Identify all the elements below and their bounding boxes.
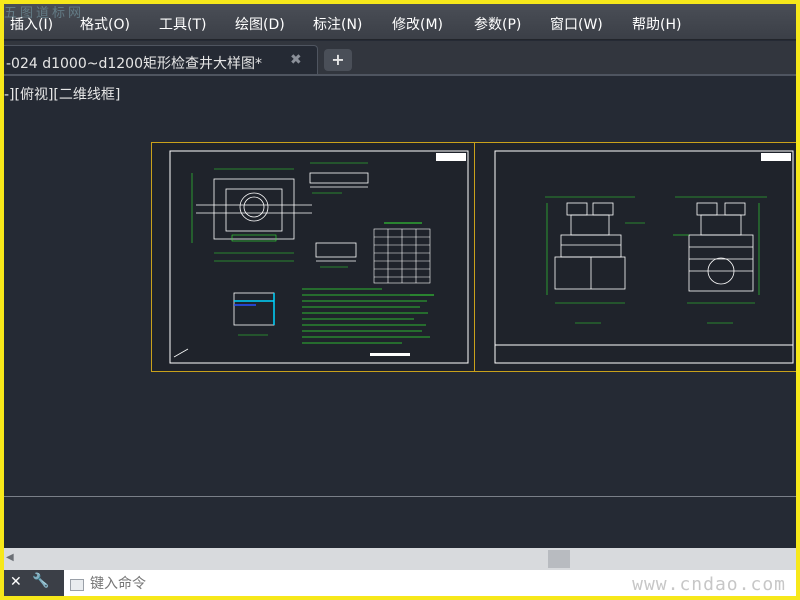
wrench-icon[interactable]: 🔧	[32, 573, 49, 589]
cad-drawing-plan	[169, 150, 469, 364]
close-icon[interactable]: ✕	[10, 574, 22, 590]
scrollbar-thumb[interactable]	[548, 550, 570, 568]
drawing-canvas[interactable]	[4, 76, 796, 500]
layout-sheet-plan	[151, 142, 475, 372]
horizontal-scrollbar[interactable]: ◀	[4, 548, 796, 570]
scroll-left-icon[interactable]: ◀	[6, 552, 14, 563]
cad-drawing-section	[494, 150, 794, 364]
menu-tools[interactable]: 工具(T)	[159, 14, 206, 34]
layout-sheet-section	[474, 142, 796, 372]
menu-help[interactable]: 帮助(H)	[632, 14, 681, 34]
new-tab-button[interactable]: +	[324, 49, 352, 71]
command-area-divider	[4, 496, 796, 497]
menu-parameter[interactable]: 参数(P)	[474, 14, 521, 34]
document-tab-title: -024 d1000~d1200矩形检查井大样图*	[6, 56, 262, 72]
menu-modify[interactable]: 修改(M)	[392, 14, 443, 34]
menu-dimension[interactable]: 标注(N)	[313, 14, 362, 34]
document-tab-bar: -024 d1000~d1200矩形检查井大样图* ✖ +	[4, 41, 796, 75]
document-tab[interactable]: -024 d1000~d1200矩形检查井大样图* ✖	[4, 45, 318, 75]
menu-format[interactable]: 格式(O)	[80, 14, 130, 34]
command-line-controls: ✕ 🔧	[4, 570, 64, 596]
menu-draw[interactable]: 绘图(D)	[235, 14, 285, 34]
menu-insert[interactable]: 插入(I)	[10, 14, 53, 34]
menu-window[interactable]: 窗口(W)	[550, 14, 603, 34]
close-icon[interactable]: ✖	[290, 52, 302, 68]
command-prompt-icon	[70, 579, 84, 591]
command-input[interactable]	[90, 574, 610, 594]
cad-window: 五图道标网 插入(I) 格式(O) 工具(T) 绘图(D) 标注(N) 修改(M…	[4, 4, 796, 596]
menu-bar: 五图道标网 插入(I) 格式(O) 工具(T) 绘图(D) 标注(N) 修改(M…	[4, 4, 796, 40]
site-watermark: www.cndao.com	[632, 574, 786, 595]
